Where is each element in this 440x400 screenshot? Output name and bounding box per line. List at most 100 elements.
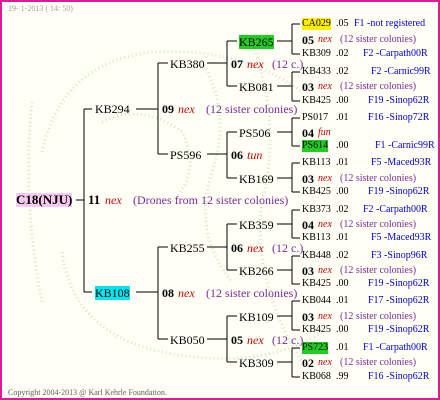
gen3-nex: nex <box>318 81 332 92</box>
gen3-id[interactable]: KB081 <box>239 80 274 94</box>
gen1-desc: (12 sister colonies) <box>206 102 298 116</box>
gen4-origin: F1 -Carnic99R <box>375 140 435 151</box>
gen4-origin: F1 -Carpath00R <box>363 342 428 353</box>
gen4-origin: F16 -Sinop62R <box>368 371 430 382</box>
gen3-id[interactable]: PS506 <box>239 126 270 140</box>
gen4-id[interactable]: PS614 <box>302 140 329 152</box>
gen2-num: 05 <box>231 333 243 347</box>
gen4-id[interactable]: KB425 <box>302 186 331 198</box>
gen4-num: .00 <box>336 140 349 151</box>
gen4-origin: F2 -Carnic99R <box>371 66 431 77</box>
gen4-origin: F2 -Carpath00R <box>363 204 428 215</box>
gen4-id[interactable]: CA029 <box>302 18 331 30</box>
gen4-origin: F17 -Sinop62R <box>368 295 430 306</box>
gen4-id[interactable]: KB433 <box>302 66 331 78</box>
gen2-desc: (12 c.) <box>272 241 304 255</box>
gen3-num: 03 <box>302 264 314 278</box>
gen3-id[interactable]: KB309 <box>239 356 274 370</box>
gen4-num: .00 <box>336 186 349 197</box>
gen2-nex: nex <box>247 241 264 255</box>
gen3-desc: (12 sister colonies) <box>340 265 417 276</box>
gen2-nex: tun <box>247 148 263 162</box>
gen1-desc: (12 sister colonies) <box>206 286 298 300</box>
gen3-num: 05 <box>302 33 314 47</box>
gen3-id[interactable]: KB359 <box>239 218 274 232</box>
gen3-desc: (12 sister colonies) <box>340 219 417 230</box>
gen4-origin: F5 -Maced93R <box>371 232 432 243</box>
gen4-id[interactable]: KB425 <box>302 324 331 336</box>
gen2-nex: nex <box>247 333 264 347</box>
gen4-origin: F2 -Carpath00R <box>363 48 428 59</box>
gen4-num: .00 <box>336 95 349 106</box>
gen4-origin: F3 -Sinop96R <box>371 250 428 261</box>
gen4-origin: F19 -Sinop62R <box>368 95 430 106</box>
gen1-id[interactable]: KB294 <box>95 102 130 116</box>
gen3-nex: nex <box>318 219 332 230</box>
gen4-num: .00 <box>336 324 349 335</box>
gen4-num: .05 <box>336 18 349 29</box>
gen3-num: 03 <box>302 172 314 186</box>
gen3-num: 04 <box>302 218 314 232</box>
gen3-desc: (12 sister colonies) <box>340 357 417 368</box>
gen3-num: 04 <box>302 126 314 140</box>
gen3-num: 03 <box>302 310 314 324</box>
gen4-origin: F19 -Sinop62R <box>368 186 430 197</box>
gen2-id[interactable]: PS596 <box>170 148 201 162</box>
gen4-id[interactable]: KB373 <box>302 204 331 216</box>
gen2-desc: (12 c.) <box>272 57 304 71</box>
gen2-num: 06 <box>231 241 243 255</box>
gen4-num: .01 <box>336 232 349 243</box>
gen4-num: .99 <box>336 371 349 382</box>
gen4-id[interactable]: PS017 <box>302 112 328 124</box>
gen4-id[interactable]: KB448 <box>302 250 331 262</box>
gen4-id[interactable]: KB425 <box>302 278 331 290</box>
gen3-id[interactable]: KB266 <box>239 264 274 278</box>
gen4-num: .01 <box>336 342 349 353</box>
gen4-num: .02 <box>336 48 349 59</box>
gen2-num: 07 <box>231 57 243 71</box>
gen4-id[interactable]: KB068 <box>302 371 331 383</box>
gen4-origin: F5 -Maced93R <box>371 157 432 168</box>
gen1-nex: nex <box>178 102 195 116</box>
gen4-id[interactable]: KB425 <box>302 95 331 107</box>
gen4-id[interactable]: PS723 <box>302 342 329 354</box>
gen2-desc: (12 c.) <box>272 333 304 347</box>
gen1-num: 09 <box>162 102 174 116</box>
gen3-nex: nex <box>318 265 332 276</box>
gen2-num: 06 <box>231 148 243 162</box>
gen3-num: 02 <box>302 356 314 370</box>
gen4-id[interactable]: KB113 <box>302 232 331 244</box>
gen2-id[interactable]: KB255 <box>170 241 205 255</box>
gen4-id[interactable]: KB044 <box>302 295 331 307</box>
gen4-id[interactable]: KB113 <box>302 157 331 169</box>
gen3-nex: nex <box>318 34 332 45</box>
gen3-desc: (12 sister colonies) <box>340 34 417 45</box>
copyright-text: Copyright 2004-2013 @ Karl Kehrle Founda… <box>8 388 167 397</box>
gen4-origin: F19 -Sinop62R <box>368 324 430 335</box>
gen3-desc: (12 sister colonies) <box>340 311 417 322</box>
gen2-id[interactable]: KB380 <box>170 57 205 71</box>
gen1-nex: nex <box>178 286 195 300</box>
gen3-nex: nex <box>318 311 332 322</box>
gen4-origin: F19 -Sinop62R <box>368 278 430 289</box>
root-num: 11 <box>88 192 101 207</box>
gen3-id[interactable]: KB169 <box>239 172 274 186</box>
gen4-num: .02 <box>336 66 349 77</box>
pedigree-frame: 19- 1-2013 ( 14: 50) C18(NJU) 11 nex (Dr… <box>0 0 440 400</box>
gen3-nex: nex <box>318 357 332 368</box>
gen4-origin: F1 -not registered <box>354 18 426 29</box>
gen1-id[interactable]: KB108 <box>95 286 130 300</box>
gen3-num: 03 <box>302 80 314 94</box>
root-queen-id[interactable]: C18(NJU) <box>16 193 73 207</box>
root-desc: (Drones from 12 sister colonies) <box>133 193 289 207</box>
gen3-desc: (12 sister colonies) <box>340 173 417 184</box>
gen4-id[interactable]: KB309 <box>302 48 331 60</box>
gen1-num: 08 <box>162 286 174 300</box>
gen3-id[interactable]: KB109 <box>239 310 274 324</box>
gen3-id[interactable]: KB265 <box>239 35 274 49</box>
gen2-id[interactable]: KB050 <box>170 333 205 347</box>
gen4-num: .01 <box>336 157 349 168</box>
gen4-num: .01 <box>336 295 349 306</box>
gen3-desc: (12 sister colonies) <box>340 81 417 92</box>
root-nex: nex <box>105 193 122 207</box>
